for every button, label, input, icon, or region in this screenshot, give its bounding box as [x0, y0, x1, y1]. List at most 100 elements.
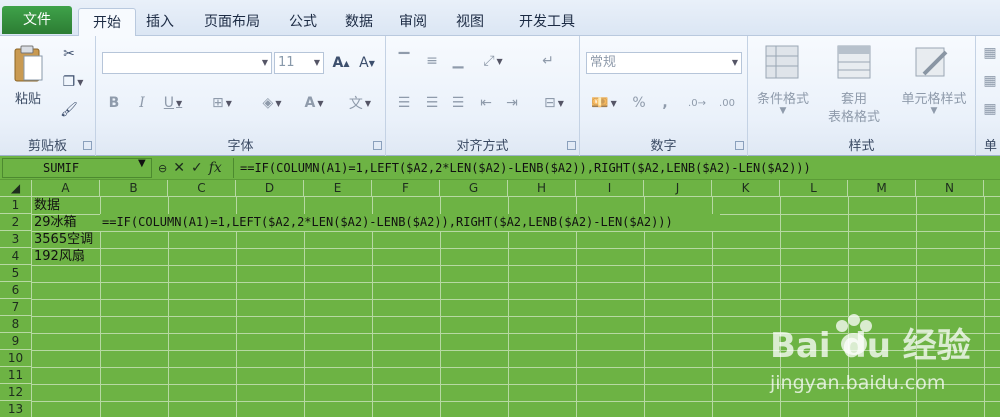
- column-header[interactable]: I: [576, 180, 644, 197]
- cell-A3[interactable]: 3565空调: [32, 231, 100, 248]
- percent-button[interactable]: %: [628, 92, 650, 114]
- comma-button[interactable]: ,: [654, 92, 676, 114]
- cell-styles-icon[interactable]: [912, 42, 952, 82]
- number-format-select[interactable]: 常规 ▼: [586, 52, 742, 74]
- column-header[interactable]: J: [644, 180, 712, 197]
- column-header[interactable]: A: [32, 180, 100, 197]
- cell-B2[interactable]: ==IF(COLUMN(A1)=1,LEFT($A2,2*LEN($A2)-LE…: [100, 214, 720, 231]
- increase-indent-icon[interactable]: ⇥: [500, 92, 524, 114]
- font-name-select[interactable]: ▼: [102, 52, 272, 74]
- tab-view[interactable]: 视图: [447, 8, 493, 36]
- align-bottom-icon[interactable]: ▁: [446, 50, 470, 72]
- decrease-indent-icon[interactable]: ⇤: [474, 92, 498, 114]
- column-header[interactable]: F: [372, 180, 440, 197]
- currency-icon[interactable]: 💴 ▼: [586, 92, 622, 114]
- cell-styles-label[interactable]: 单元格样式: [892, 88, 976, 107]
- row-header[interactable]: 1: [0, 197, 32, 214]
- table-style-label-line2[interactable]: 表格格式: [814, 106, 894, 125]
- cell-A4[interactable]: 192风扇: [32, 248, 100, 265]
- column-header[interactable]: H: [508, 180, 576, 197]
- borders-icon[interactable]: ⊞ ▼: [204, 92, 240, 114]
- conditional-format-dropdown-icon[interactable]: ▼: [748, 106, 818, 116]
- cell-styles-dropdown-icon[interactable]: ▼: [892, 106, 976, 116]
- wrap-text-icon[interactable]: ↵: [536, 50, 560, 72]
- name-box-dropdown-icon[interactable]: ▼: [138, 158, 146, 169]
- gridline: [32, 299, 1000, 300]
- merge-center-icon[interactable]: ⊟ ▼: [536, 92, 572, 114]
- alignment-launcher-icon[interactable]: [567, 141, 576, 150]
- align-top-icon[interactable]: ▔: [392, 50, 416, 72]
- column-header[interactable]: D: [236, 180, 304, 197]
- cell-A2[interactable]: 29冰箱: [32, 214, 100, 231]
- cell-A1[interactable]: 数据: [32, 197, 100, 214]
- clipboard-launcher-icon[interactable]: [83, 141, 92, 150]
- row-header[interactable]: 8: [0, 316, 32, 333]
- fill-color-icon[interactable]: ◈ ▼: [254, 92, 290, 114]
- tab-file[interactable]: 文件: [2, 6, 72, 34]
- increase-decimal-icon[interactable]: .0→: [684, 92, 710, 114]
- align-center-icon[interactable]: ☰: [420, 92, 444, 114]
- font-size-select[interactable]: 11 ▼: [274, 52, 324, 74]
- copy-icon[interactable]: ❐ ▼: [56, 72, 90, 92]
- insert-function-icon[interactable]: fx: [209, 160, 222, 176]
- row-header[interactable]: 6: [0, 282, 32, 299]
- row-header[interactable]: 12: [0, 384, 32, 401]
- insert-cells-icon[interactable]: ▦: [982, 44, 998, 62]
- italic-button[interactable]: I: [132, 92, 152, 114]
- row-header[interactable]: 11: [0, 367, 32, 384]
- font-launcher-icon[interactable]: [373, 141, 382, 150]
- align-middle-icon[interactable]: ≡: [420, 50, 444, 72]
- row-header[interactable]: 13: [0, 401, 32, 417]
- row-header[interactable]: 9: [0, 333, 32, 350]
- decrease-decimal-icon[interactable]: .00: [714, 92, 740, 114]
- row-header[interactable]: 5: [0, 265, 32, 282]
- tab-home[interactable]: 开始: [78, 8, 136, 37]
- tab-page-layout[interactable]: 页面布局: [192, 8, 272, 36]
- column-header[interactable]: K: [712, 180, 780, 197]
- column-header[interactable]: N: [916, 180, 984, 197]
- column-header[interactable]: C: [168, 180, 236, 197]
- formula-input[interactable]: ==IF(COLUMN(A1)=1,LEFT($A2,2*LEN($A2)-LE…: [233, 158, 998, 178]
- conditional-format-icon[interactable]: [762, 42, 802, 82]
- column-header[interactable]: B: [100, 180, 168, 197]
- underline-button[interactable]: U ▼: [158, 92, 188, 114]
- tab-review[interactable]: 审阅: [390, 8, 436, 36]
- row-header[interactable]: 3: [0, 231, 32, 248]
- formula-options-icon[interactable]: ⊖: [158, 162, 167, 175]
- number-launcher-icon[interactable]: [735, 141, 744, 150]
- row-header[interactable]: 7: [0, 299, 32, 316]
- paste-button[interactable]: [8, 42, 48, 86]
- conditional-format-label[interactable]: 条件格式: [748, 88, 818, 107]
- bold-button[interactable]: B: [104, 92, 124, 114]
- table-style-label-line1[interactable]: 套用: [814, 88, 894, 107]
- tab-developer[interactable]: 开发工具: [504, 8, 590, 36]
- align-right-icon[interactable]: ☰: [446, 92, 470, 114]
- row-header[interactable]: 10: [0, 350, 32, 367]
- font-shrink-icon[interactable]: A ▼: [356, 52, 378, 74]
- row-header[interactable]: 2: [0, 214, 32, 231]
- enter-icon[interactable]: ✓: [191, 160, 203, 176]
- column-header[interactable]: M: [848, 180, 916, 197]
- cancel-icon[interactable]: ✕: [173, 160, 185, 176]
- baidu-paw-icon: [836, 314, 872, 355]
- row-header[interactable]: 4: [0, 248, 32, 265]
- delete-cells-icon[interactable]: ▦: [982, 72, 998, 90]
- align-left-icon[interactable]: ☰: [392, 92, 416, 114]
- cells-group: ▦ ▦ ▦ 单: [976, 36, 1000, 156]
- format-painter-icon[interactable]: 🖌: [58, 100, 80, 120]
- cut-icon[interactable]: ✂: [58, 44, 80, 64]
- phonetic-icon[interactable]: 文 ▼: [342, 92, 378, 114]
- font-color-icon[interactable]: A ▼: [296, 92, 332, 114]
- name-box[interactable]: SUMIF: [2, 158, 152, 178]
- tab-formulas[interactable]: 公式: [280, 8, 326, 36]
- format-cells-icon[interactable]: ▦: [982, 100, 998, 118]
- tab-insert[interactable]: 插入: [138, 8, 182, 36]
- column-header[interactable]: G: [440, 180, 508, 197]
- column-header[interactable]: E: [304, 180, 372, 197]
- orientation-icon[interactable]: ⤢ ▼: [476, 50, 510, 72]
- tab-data[interactable]: 数据: [336, 8, 382, 36]
- column-header[interactable]: L: [780, 180, 848, 197]
- font-grow-icon[interactable]: A ▲: [330, 52, 352, 74]
- select-all-corner[interactable]: ◢: [0, 180, 32, 197]
- table-style-icon[interactable]: [834, 42, 874, 82]
